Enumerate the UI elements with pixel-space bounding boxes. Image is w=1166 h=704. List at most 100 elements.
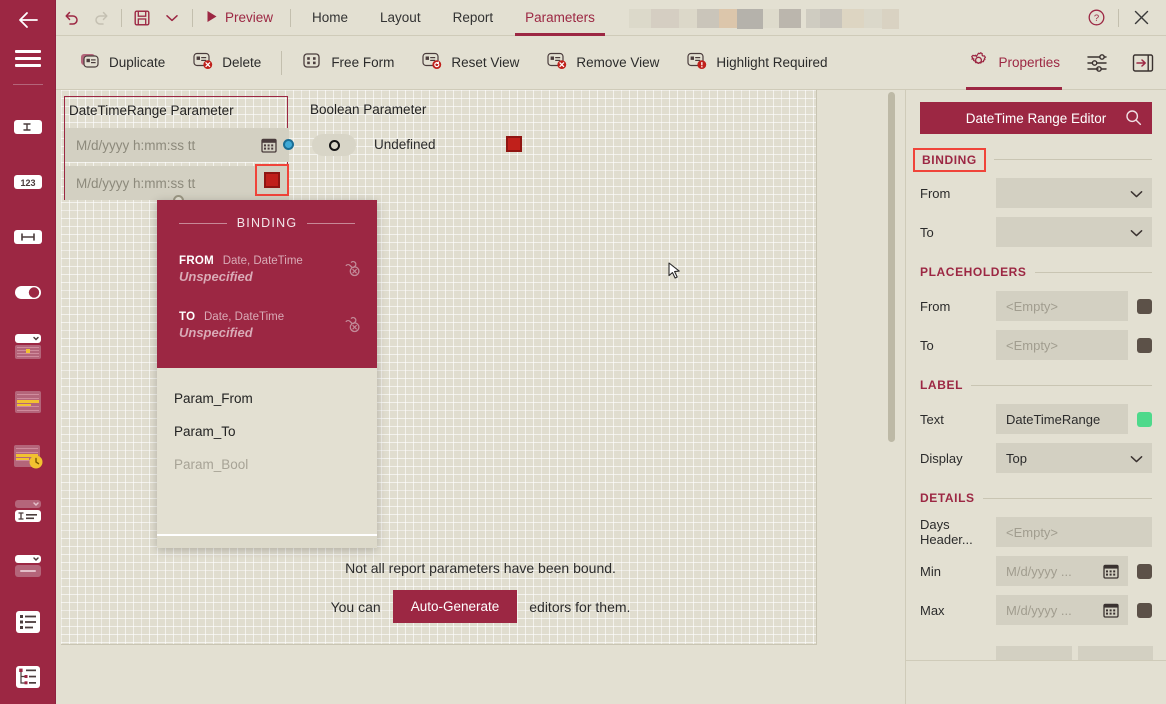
redo-icon[interactable]	[86, 0, 116, 36]
binding-from-type: Date, DateTime	[222, 255, 303, 267]
calendar-icon[interactable]	[261, 137, 277, 156]
anchor-handle-right[interactable]	[283, 139, 294, 150]
unlink-icon[interactable]	[342, 315, 361, 336]
boolean-widget-title: Boolean Parameter	[310, 102, 427, 117]
row-label-display: Display Top	[920, 443, 1152, 473]
binding-to-select[interactable]	[996, 217, 1152, 247]
placeholder-from-input[interactable]: <Empty>	[996, 291, 1128, 321]
datetimerange-parameter-widget[interactable]: DateTimeRange Parameter M/d/yyyy h:mm:ss…	[64, 96, 294, 206]
canvas-vertical-scrollbar[interactable]	[888, 92, 895, 647]
delete-parameter-icon	[193, 52, 213, 73]
label-display-select[interactable]: Top	[996, 443, 1152, 473]
sliders-icon[interactable]	[1074, 36, 1120, 90]
boolean-parameter-widget[interactable]: Boolean Parameter Undefined	[306, 96, 526, 166]
max-expression-swatch[interactable]	[1137, 602, 1152, 618]
label-text-expression-swatch[interactable]	[1137, 411, 1152, 427]
unlink-icon[interactable]	[342, 259, 361, 280]
combo-text-parameter-icon[interactable]	[0, 484, 56, 539]
binding-row-to: TO Date, DateTime Unspecified	[179, 308, 361, 340]
binding-from-select[interactable]	[996, 178, 1152, 208]
selected-color-swatch-icon[interactable]	[255, 164, 289, 196]
row-label: To	[920, 337, 934, 353]
list-item[interactable]: Param_To	[157, 415, 377, 448]
tree-list-parameter-icon[interactable]	[0, 649, 56, 704]
list-item: Param_Bool	[174, 457, 249, 472]
chevron-down-icon	[1130, 452, 1143, 467]
auto-generate-button[interactable]: Auto-Generate	[392, 590, 518, 623]
close-icon[interactable]	[1124, 0, 1158, 36]
back-arrow-icon[interactable]	[6, 6, 50, 35]
section-header-label: LABEL	[920, 375, 1152, 395]
row-min: Min M/d/yyyy ...	[920, 556, 1152, 586]
boolean-toggle-parameter-icon[interactable]	[0, 264, 56, 319]
min-expression-swatch[interactable]	[1137, 563, 1152, 579]
row-label: Text	[920, 411, 944, 427]
free-form-button[interactable]: Free Form	[288, 36, 408, 90]
properties-button[interactable]: Properties	[954, 36, 1074, 90]
list-item[interactable]: Param_From	[157, 382, 377, 415]
number-parameter-icon[interactable]: 123	[0, 154, 56, 209]
date-range-parameter-icon[interactable]	[0, 374, 56, 429]
min-date-input[interactable]: M/d/yyyy ...	[996, 556, 1128, 586]
properties-panel-title[interactable]: DateTime Range Editor	[920, 102, 1152, 134]
binding-popup-header-area: BINDING FROM Date, DateTime Unspecified …	[157, 200, 377, 368]
undo-icon[interactable]	[56, 0, 86, 36]
tab-home[interactable]: Home	[296, 0, 364, 36]
section-header-details: DETAILS	[920, 488, 1152, 508]
days-header-input[interactable]: <Empty>	[996, 517, 1152, 547]
preview-button[interactable]: Preview	[198, 0, 285, 36]
max-date-input[interactable]: M/d/yyyy ...	[996, 595, 1128, 625]
partially-visible-row	[906, 646, 1166, 660]
delete-button[interactable]: Delete	[179, 36, 275, 90]
date-picker-parameter-icon[interactable]	[0, 319, 56, 374]
placeholder-to-expression-swatch[interactable]	[1137, 337, 1152, 353]
boolean-state-label: Undefined	[374, 137, 436, 152]
message-prefix: You can	[330, 598, 381, 615]
boolean-color-swatch-icon[interactable]	[506, 136, 522, 152]
datetime-parameter-icon[interactable]	[0, 429, 56, 484]
binding-to-type: Date, DateTime	[204, 311, 285, 323]
titlebar-divider-4	[1118, 8, 1119, 27]
text-parameter-icon[interactable]	[0, 99, 56, 154]
design-canvas[interactable]: DateTimeRange Parameter M/d/yyyy h:mm:ss…	[56, 90, 905, 704]
days-header-value: <Empty>	[1006, 524, 1059, 540]
tab-parameters[interactable]: Parameters	[509, 0, 611, 36]
reset-view-button[interactable]: Reset View	[408, 36, 533, 90]
placeholder-from-expression-swatch[interactable]	[1137, 298, 1152, 314]
row-label: Max	[920, 602, 945, 618]
hamburger-icon[interactable]	[6, 43, 50, 75]
section-rule	[1034, 271, 1152, 273]
label-text-input[interactable]: DateTimeRange	[996, 404, 1128, 434]
datetimerange-widget-title: DateTimeRange Parameter	[69, 103, 234, 118]
calendar-icon[interactable]	[1103, 602, 1119, 621]
range-parameter-icon[interactable]	[0, 209, 56, 264]
titlebar-divider-3	[290, 8, 292, 27]
datetimerange-from-placeholder: M/d/yyyy h:mm:ss tt	[76, 137, 196, 153]
section-rule	[982, 497, 1152, 499]
toggle-undefined-icon[interactable]	[312, 134, 356, 156]
svg-text:?: ?	[1093, 13, 1098, 24]
help-circle-icon[interactable]: ?	[1079, 0, 1113, 36]
binding-popup[interactable]: BINDING FROM Date, DateTime Unspecified …	[157, 200, 377, 548]
row-placeholder-to: To <Empty>	[920, 330, 1152, 360]
save-icon[interactable]	[127, 0, 157, 36]
section-title: PLACEHOLDERS	[920, 265, 1027, 279]
section-title: BINDING	[913, 147, 986, 172]
binding-option-list: Param_From Param_To Param_Bool	[157, 368, 377, 536]
placeholder-to-input[interactable]: <Empty>	[996, 330, 1128, 360]
collapse-panel-icon[interactable]	[1120, 36, 1166, 90]
duplicate-button[interactable]: Duplicate	[66, 36, 179, 90]
list-parameter-icon[interactable]	[0, 594, 56, 649]
dropdown-parameter-icon[interactable]	[0, 539, 56, 594]
calendar-icon[interactable]	[1103, 563, 1119, 582]
highlight-required-button[interactable]: Highlight Required	[673, 36, 841, 90]
magnifier-icon[interactable]	[1125, 109, 1142, 129]
tab-layout[interactable]: Layout	[364, 0, 437, 36]
datetimerange-from-field[interactable]: M/d/yyyy h:mm:ss tt	[65, 128, 289, 162]
section-header-binding: BINDING	[913, 147, 1152, 172]
remove-view-label: Remove View	[576, 55, 660, 70]
scrollbar-thumb[interactable]	[888, 92, 895, 442]
tab-report[interactable]: Report	[437, 0, 510, 36]
remove-view-button[interactable]: Remove View	[533, 36, 673, 90]
save-dropdown-chevron-down-icon[interactable]	[157, 0, 187, 36]
